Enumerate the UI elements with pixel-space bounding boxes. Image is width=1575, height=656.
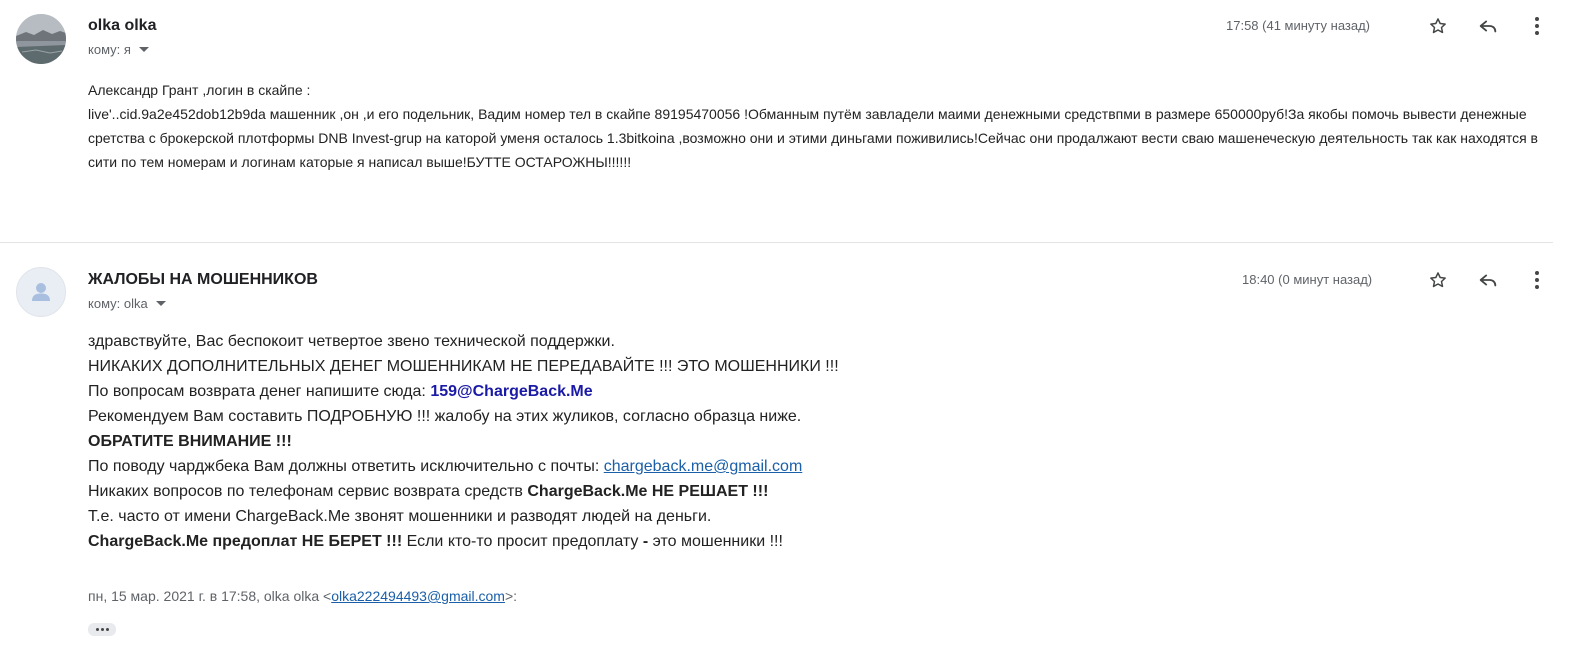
body-line-greeting: здравствуйте, Вас беспокоит четвертое зв… (88, 333, 615, 350)
chevron-down-icon (155, 301, 166, 306)
star-icon (1430, 18, 1446, 34)
phones-bold: ChargeBack.Me НЕ РЕШАЕТ !!! (527, 483, 769, 500)
body-paragraph: live'..cid.9a2e452dob12b9da машенник ,он… (88, 106, 1538, 170)
message-timestamp: 18:40 (0 минут назад) (1242, 272, 1373, 287)
star-icon (1430, 272, 1446, 288)
more-options-button[interactable] (1521, 264, 1553, 296)
contact-text: По вопросам возврата денег напишите сюда… (88, 383, 431, 400)
body-line-phones: Никаких вопросов по телефонам сервис воз… (88, 479, 1188, 504)
reply-icon (1479, 20, 1497, 33)
body-line-prepayment: ChargeBack.Me предоплат НЕ БЕРЕТ !!! Есл… (88, 529, 1188, 554)
message-timestamp: 17:58 (41 минуту назад) (1226, 18, 1371, 33)
body-line-warning: НИКАКИХ ДОПОЛНИТЕЛЬНЫХ ДЕНЕГ МОШЕННИКАМ … (88, 358, 839, 375)
more-vert-icon (1535, 271, 1539, 289)
show-trimmed-content-button[interactable] (88, 623, 116, 636)
email-message-1: olka olka кому: я 17:58 (41 минуту назад… (0, 0, 1575, 242)
ellipsis-dot (95, 628, 99, 631)
chevron-down-icon (138, 47, 149, 52)
avatar-photo-image (16, 14, 66, 64)
quoted-message-header: пн, 15 мар. 2021 г. в 17:58, olka olka <… (88, 588, 517, 604)
body-line-contact: По вопросам возврата денег напишите сюда… (88, 379, 1188, 404)
body-line: Александр Грант ,логин в скайпе : (88, 82, 311, 98)
phones-text: Никаких вопросов по телефонам сервис воз… (88, 483, 528, 500)
quote-prefix: пн, 15 мар. 2021 г. в 17:58, olka olka < (88, 588, 332, 604)
message-body: здравствуйте, Вас беспокоит четвертое зв… (88, 329, 1188, 554)
body-line-official-email: По поводу чарджбека Вам должны ответить … (88, 454, 1188, 479)
email-message-2: ЖАЛОБЫ НА МОШЕННИКОВ кому: olka 18:40 (0… (0, 243, 1575, 656)
body-line-attention: ОБРАТИТЕ ВНИМАНИЕ !!! (88, 433, 292, 450)
prepayment-text: Если кто-то просит предоплату (402, 533, 643, 550)
sender-name[interactable]: ЖАЛОБЫ НА МОШЕННИКОВ (88, 271, 318, 289)
reply-button[interactable] (1472, 264, 1504, 296)
body-line-scam-calls: Т.е. часто от имени ChargeBack.Me звонят… (88, 508, 712, 525)
body-line-recommend: Рекомендуем Вам составить ПОДРОБНУЮ !!! … (88, 408, 802, 425)
prepayment-tail: это мошенники !!! (648, 533, 783, 550)
ellipsis-dot (100, 628, 104, 631)
more-vert-icon (1535, 17, 1539, 35)
sender-avatar-photo[interactable] (16, 14, 66, 64)
sender-name[interactable]: olka olka (88, 17, 156, 35)
recipient-label: кому: olka (88, 296, 148, 311)
message-body: Александр Грант ,логин в скайпе : live'.… (88, 78, 1548, 174)
official-email-link[interactable]: chargeback.me@gmail.com (604, 458, 803, 475)
reply-icon (1479, 274, 1497, 287)
recipient-details-toggle[interactable]: кому: я (88, 42, 149, 57)
prepayment-bold: ChargeBack.Me предоплат НЕ БЕРЕТ !!! (88, 533, 403, 550)
reply-button[interactable] (1472, 10, 1504, 42)
ellipsis-dot (105, 628, 109, 631)
person-icon (32, 283, 50, 301)
recipient-details-toggle[interactable]: кому: olka (88, 296, 166, 311)
contact-email-link[interactable]: 159@ChargeBack.Me (430, 383, 592, 400)
more-options-button[interactable] (1521, 10, 1553, 42)
star-button[interactable] (1422, 10, 1454, 42)
official-email-text: По поводу чарджбека Вам должны ответить … (88, 458, 604, 475)
star-button[interactable] (1422, 264, 1454, 296)
recipient-label: кому: я (88, 42, 131, 57)
sender-avatar-default[interactable] (16, 267, 66, 317)
quote-suffix: >: (504, 588, 518, 604)
quote-email-link[interactable]: olka222494493@gmail.com (331, 588, 505, 604)
